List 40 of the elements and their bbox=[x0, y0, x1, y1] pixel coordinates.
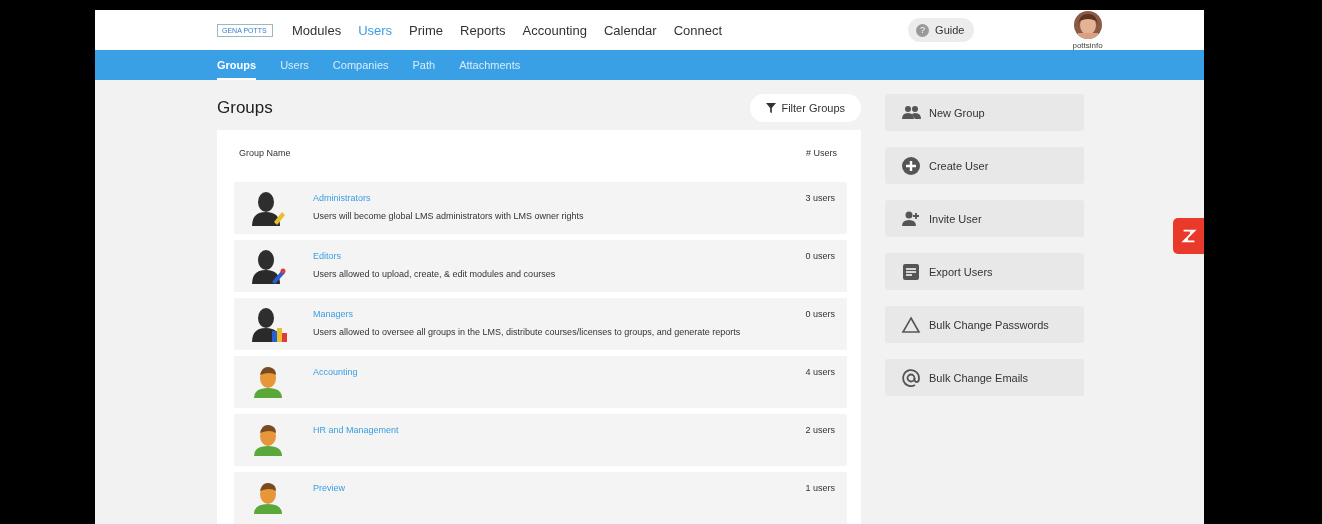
action-button[interactable]: Bulk Change Emails bbox=[885, 359, 1084, 396]
user-count: 2 users bbox=[805, 424, 835, 435]
filter-button[interactable]: Filter Groups bbox=[750, 94, 861, 122]
user-count: 3 users bbox=[805, 192, 835, 203]
group-row[interactable]: Managers Users allowed to oversee all groups in the LMS, distribute courses/licenses to groups, and generate reports 0 users bbox=[234, 298, 847, 350]
expand-icon bbox=[1179, 227, 1198, 245]
user-count: 1 users bbox=[805, 482, 835, 493]
action-button[interactable]: Export Users bbox=[885, 253, 1084, 290]
user-count: 0 users bbox=[805, 308, 835, 319]
group-description: Users allowed to oversee all groups in the LMS, distribute courses/licenses to groups, and generate reports bbox=[313, 327, 742, 337]
group-row[interactable]: Preview 1 users bbox=[234, 472, 847, 524]
group-row[interactable]: Administrators Users will become global LMS administrators with LMS owner rights 3 users bbox=[234, 182, 847, 234]
document-icon bbox=[901, 261, 921, 282]
triangle-icon bbox=[901, 314, 921, 335]
column-header: # Users bbox=[806, 148, 837, 158]
column-header: Group Name bbox=[239, 148, 291, 158]
user-name[interactable]: pottsinfo bbox=[1072, 40, 1103, 50]
group-row[interactable]: HR and Management 2 users bbox=[234, 414, 847, 466]
group-row[interactable]: Editors Users allowed to upload, create, & edit modules and courses 0 users bbox=[234, 240, 847, 292]
floating-tool-button[interactable] bbox=[1173, 218, 1204, 254]
nav-link[interactable]: Prime bbox=[409, 22, 444, 38]
nav-link[interactable]: Reports bbox=[460, 22, 506, 38]
action-button[interactable]: Create User bbox=[885, 147, 1084, 184]
group-row[interactable]: Accounting 4 users bbox=[234, 356, 847, 408]
action-button[interactable]: Bulk Change Passwords bbox=[885, 306, 1084, 343]
plus-circle-icon bbox=[901, 155, 921, 176]
nav-link[interactable]: Connect bbox=[673, 22, 723, 38]
action-button[interactable]: New Group bbox=[885, 94, 1084, 131]
nav-link[interactable]: Modules bbox=[292, 22, 342, 38]
user-count: 4 users bbox=[805, 366, 835, 377]
filter-icon bbox=[766, 103, 777, 113]
at-sign-icon bbox=[901, 367, 921, 388]
user-count: 0 users bbox=[805, 250, 835, 261]
group-description: Users allowed to upload, create, & edit modules and courses bbox=[313, 269, 557, 279]
group-description: Users will become global LMS administrators with LMS owner rights bbox=[313, 211, 585, 221]
nav-link[interactable]: Calendar bbox=[603, 22, 657, 38]
nav-link[interactable]: Accounting bbox=[522, 22, 587, 38]
guide-button[interactable]: ? Guide bbox=[908, 18, 975, 43]
page-title: Groups bbox=[217, 98, 273, 118]
action-button[interactable]: Invite User bbox=[885, 200, 1084, 237]
